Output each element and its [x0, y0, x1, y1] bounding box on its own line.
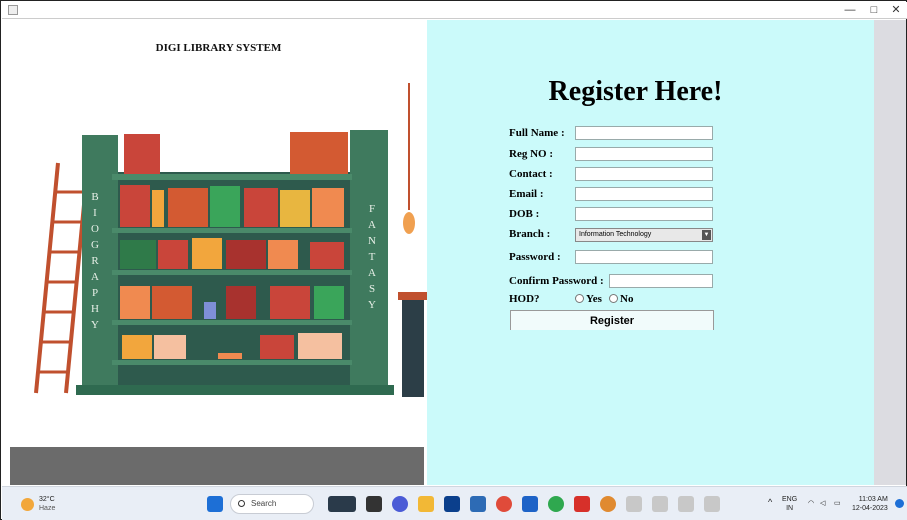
password-input[interactable]: [575, 250, 713, 264]
svg-text:S: S: [369, 283, 375, 295]
battery-icon[interactable]: ▭: [834, 499, 841, 508]
email-input[interactable]: [575, 187, 713, 201]
dob-label: DOB :: [509, 208, 540, 220]
svg-text:T: T: [369, 251, 376, 263]
reg-no-input[interactable]: [575, 147, 713, 161]
svg-text:G: G: [91, 239, 99, 251]
chat-icon[interactable]: [392, 496, 408, 512]
full-name-input[interactable]: [575, 126, 713, 140]
weather-temp: 32°C: [39, 496, 55, 503]
lamp-icon: [403, 83, 415, 234]
task-view-icon[interactable]: [366, 496, 382, 512]
svg-text:N: N: [368, 235, 376, 247]
shelf-sign-right: FANT ASY: [368, 203, 376, 311]
dob-input[interactable]: [575, 207, 713, 221]
time: 11:03 AM: [858, 496, 888, 503]
minimize-button[interactable]: —: [839, 2, 861, 19]
clock[interactable]: 11:03 AM 12-04-2023: [852, 495, 888, 513]
bookshelf-illustration: BIOG RAPHY FANT ASY: [34, 83, 427, 397]
language-indicator[interactable]: ENG IN: [782, 495, 797, 513]
svg-text:I: I: [93, 207, 97, 219]
radio-icon[interactable]: [609, 294, 618, 303]
confirm-password-input[interactable]: [609, 274, 713, 288]
reg-no-label: Reg NO :: [509, 148, 553, 160]
app-icon[interactable]: [600, 496, 616, 512]
hod-label: HOD?: [509, 293, 540, 305]
mail-icon[interactable]: [470, 496, 486, 512]
email-label: Email :: [509, 188, 544, 200]
search-icon: [238, 500, 245, 507]
radio-icon[interactable]: [575, 294, 584, 303]
lang-top: ENG: [782, 496, 798, 503]
password-label: Password :: [509, 251, 561, 263]
confirm-password-label: Confirm Password :: [509, 275, 604, 287]
notification-icon[interactable]: [895, 499, 904, 508]
search-label: Search: [251, 499, 277, 508]
branch-select[interactable]: Information Technology ▼: [575, 228, 713, 242]
svg-text:A: A: [91, 271, 99, 283]
dropbox-icon[interactable]: [444, 496, 460, 512]
footer-bar: [10, 447, 424, 485]
app-window: — □ ✕ DIGI LIBRARY SYSTEM B I O G R A P …: [0, 0, 907, 520]
chevron-up-icon[interactable]: ^: [768, 498, 772, 507]
whatsapp-icon[interactable]: [548, 496, 564, 512]
contact-input[interactable]: [575, 167, 713, 181]
branch-label: Branch :: [509, 228, 551, 240]
ladder-icon: [34, 162, 90, 394]
office-icon[interactable]: [574, 496, 590, 512]
svg-text:P: P: [92, 287, 98, 299]
svg-text:F: F: [369, 203, 375, 215]
taskbar-search[interactable]: Search: [230, 494, 314, 514]
lang-bottom: IN: [786, 505, 794, 512]
title-bar: — □ ✕: [2, 2, 907, 19]
register-button[interactable]: Register: [510, 310, 714, 330]
java-icon[interactable]: [704, 496, 720, 512]
branch-selected-value: Information Technology: [579, 231, 652, 238]
java-icon[interactable]: [678, 496, 694, 512]
svg-text:A: A: [368, 219, 376, 231]
svg-text:O: O: [91, 223, 99, 235]
svg-text:H: H: [91, 303, 99, 315]
svg-text:Y: Y: [91, 319, 99, 331]
store-icon[interactable]: [522, 496, 538, 512]
close-button[interactable]: ✕: [885, 2, 907, 19]
hod-no-radio[interactable]: No: [609, 293, 633, 305]
contact-label: Contact :: [509, 168, 553, 180]
wifi-icon[interactable]: ◠: [808, 499, 814, 508]
app-icon: [8, 5, 18, 15]
date: 12-04-2023: [852, 505, 888, 512]
hod-yes-label: Yes: [586, 293, 602, 305]
volume-icon[interactable]: ◁: [820, 499, 825, 508]
maximize-button[interactable]: □: [863, 2, 885, 19]
full-name-label: Full Name :: [509, 127, 565, 139]
file-explorer-icon[interactable]: [418, 496, 434, 512]
hod-no-label: No: [620, 293, 634, 305]
chrome-icon[interactable]: [496, 496, 512, 512]
register-form-panel: Register Here! Full Name : Reg NO : Cont…: [427, 20, 874, 485]
scrollbar[interactable]: [874, 20, 906, 485]
svg-text:Y: Y: [368, 299, 376, 311]
svg-text:A: A: [368, 267, 376, 279]
taskbar: 32°C Haze Search ^ ENG IN ◠ ◁ ▭ 11:03 AM…: [2, 486, 907, 520]
svg-text:R: R: [91, 255, 99, 267]
java-icon[interactable]: [652, 496, 668, 512]
start-icon[interactable]: [207, 496, 223, 512]
weather-desc: Haze: [39, 505, 56, 512]
svg-text:B: B: [91, 191, 98, 203]
hod-yes-radio[interactable]: Yes: [575, 293, 602, 305]
sun-icon: [21, 498, 34, 511]
java-icon[interactable]: [626, 496, 642, 512]
widget-icon[interactable]: [328, 496, 356, 512]
register-heading: Register Here!: [548, 76, 723, 107]
illustration-panel: DIGI LIBRARY SYSTEM B I O G R A P H Y F …: [10, 20, 427, 447]
chevron-down-icon[interactable]: ▼: [702, 230, 711, 240]
